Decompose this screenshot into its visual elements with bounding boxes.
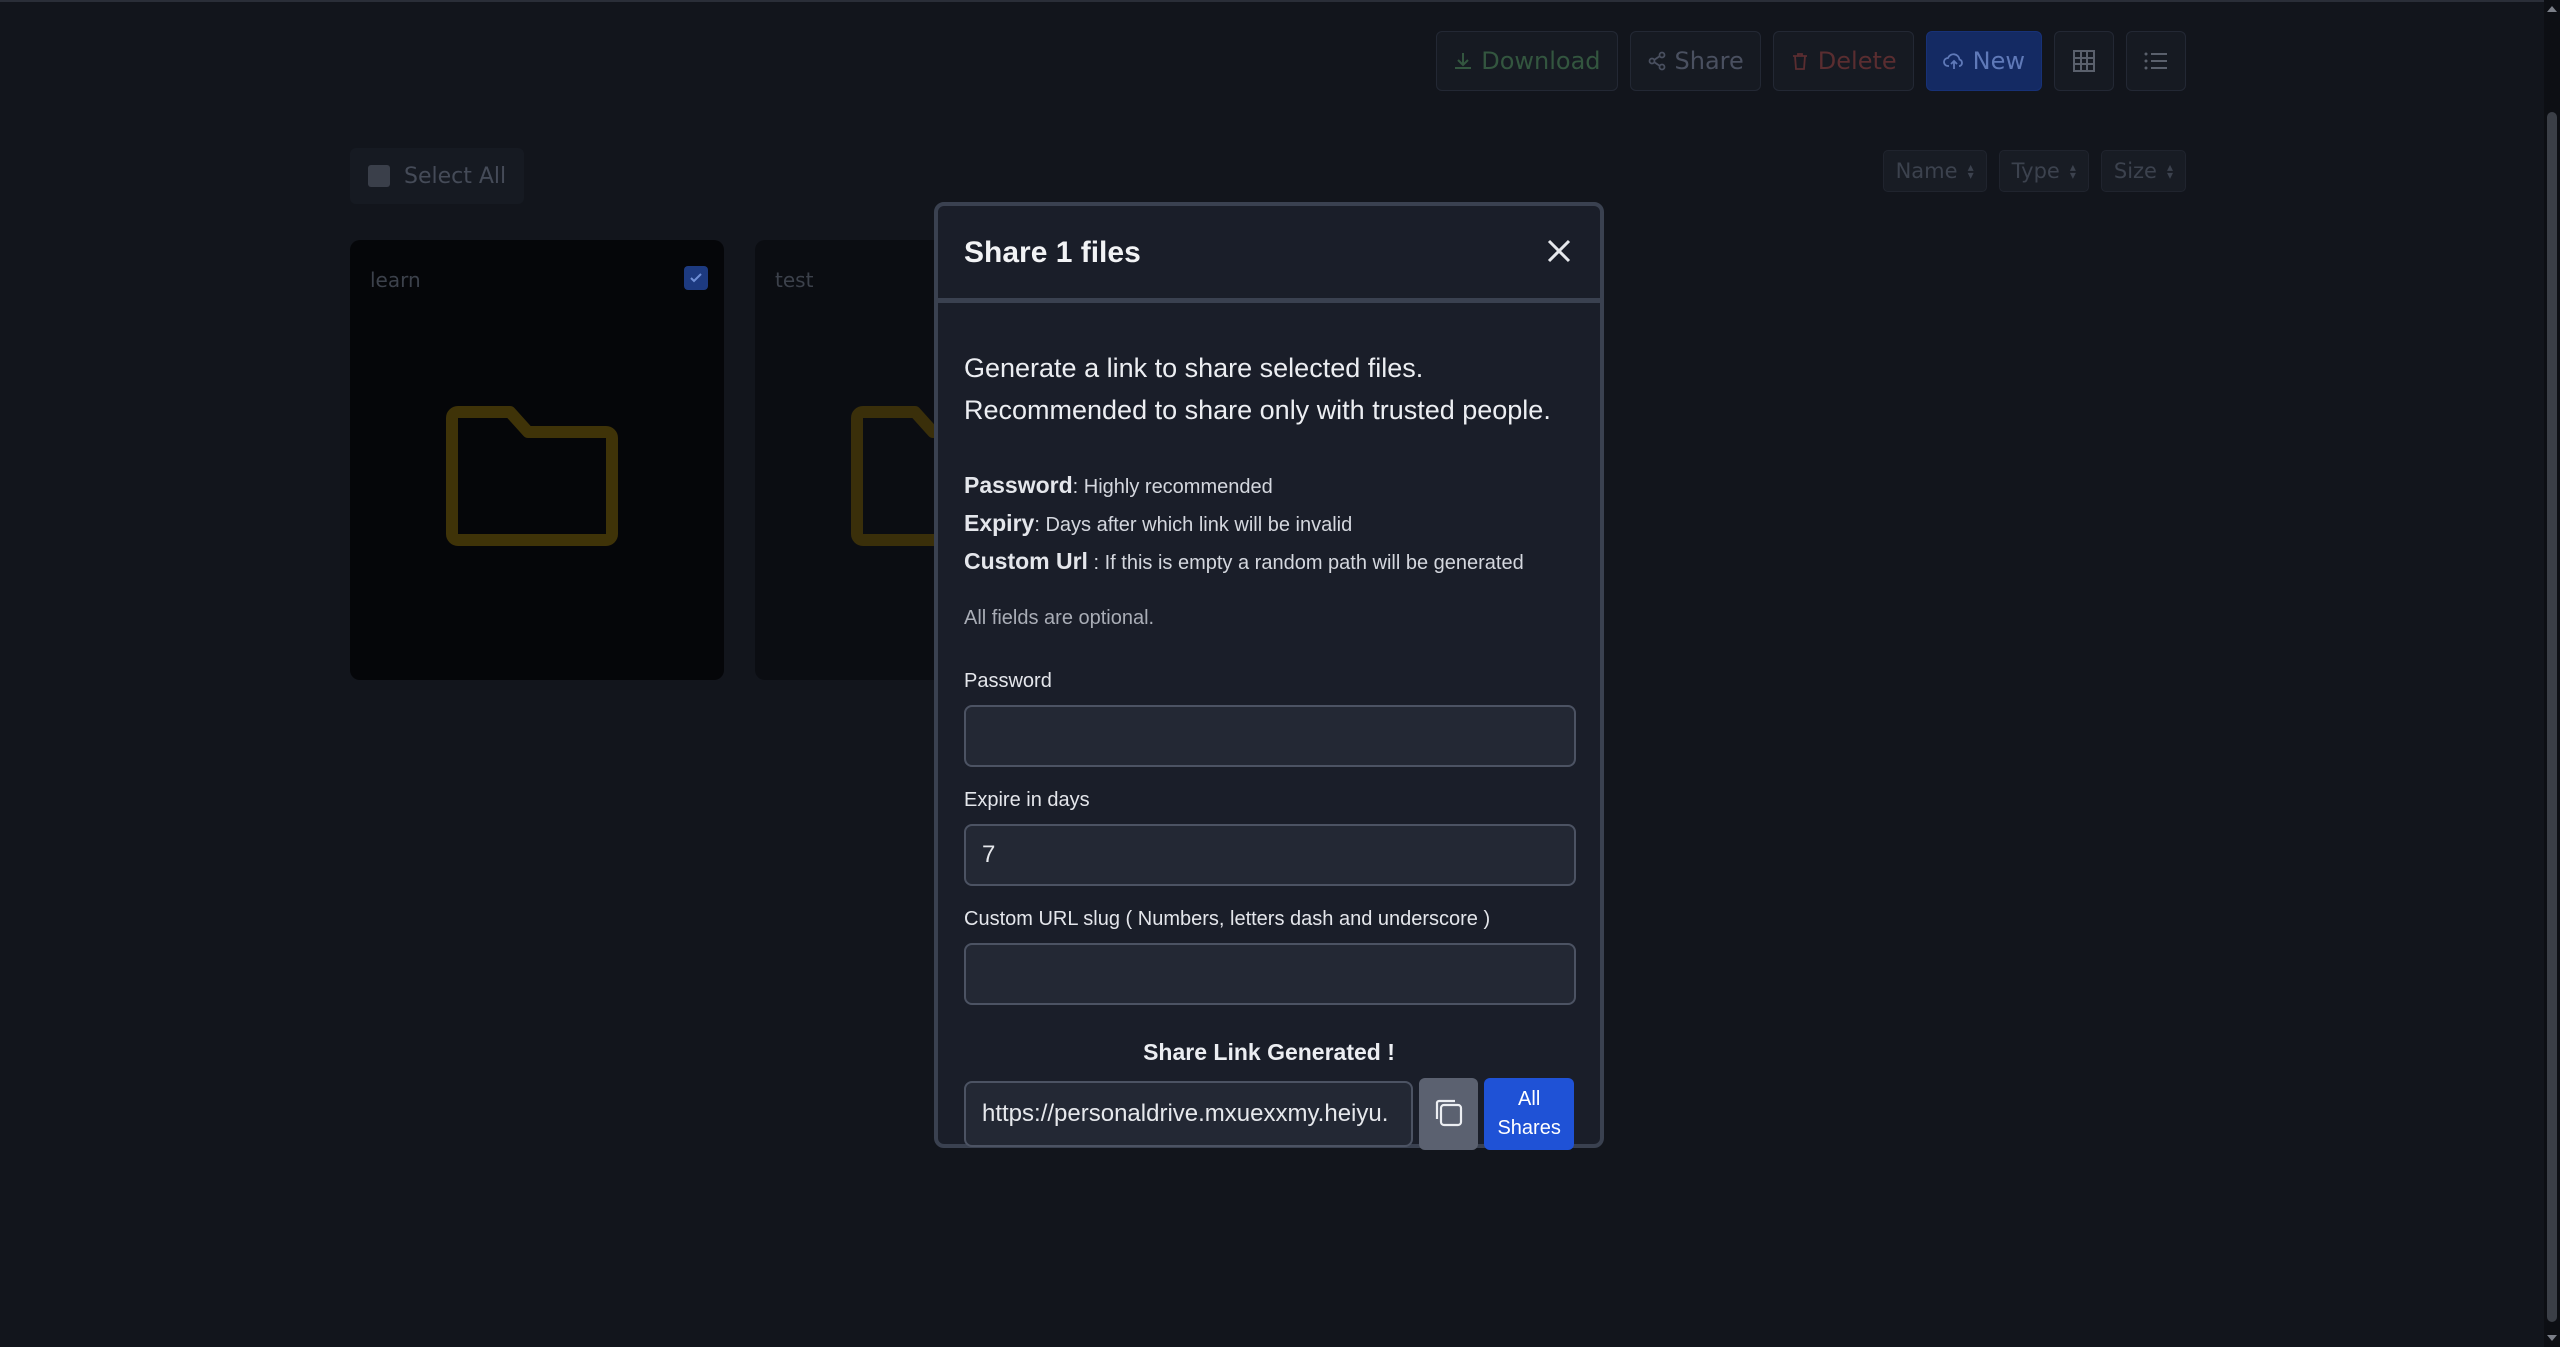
optional-note: All fields are optional. [964, 607, 1155, 629]
file-card[interactable]: learn [350, 240, 724, 680]
share-modal: Share 1 files Generate a link to share s… [934, 202, 1604, 1150]
share-label: Share [1674, 47, 1744, 75]
sort-type-button[interactable]: Type ▴ ▾ [1998, 150, 2089, 192]
expire-label: Expire in days [964, 789, 1090, 811]
share-button[interactable]: Share [1629, 31, 1761, 91]
modal-body: Generate a link to share selected files.… [938, 347, 1600, 1150]
password-term: Password [964, 472, 1073, 498]
custom-slug-label: Custom URL slug ( Numbers, letters dash … [964, 908, 1491, 930]
expiry-desc: : Days after which link will be invalid [1034, 514, 1353, 536]
share-icon [1647, 51, 1667, 71]
help-text: Password: Highly recommended Expiry: Day… [964, 467, 1574, 581]
expiry-term: Expiry [964, 510, 1035, 536]
close-icon[interactable] [1544, 236, 1574, 266]
sort-name-button[interactable]: Name ▴ ▾ [1882, 150, 1987, 192]
grid-icon [2072, 49, 2096, 73]
sort-name-label: Name [1895, 159, 1958, 183]
sort-size-label: Size [2113, 159, 2157, 183]
password-desc: : Highly recommended [1072, 476, 1273, 498]
scroll-up-arrow-icon[interactable] [2547, 6, 2557, 12]
scrollbar-thumb[interactable] [2547, 112, 2557, 1322]
folder-icon [446, 400, 622, 554]
scroll-down-arrow-icon[interactable] [2547, 1335, 2557, 1341]
share-link-field[interactable]: https://personaldrive.mxuexxmy.heiyu. [964, 1081, 1413, 1147]
copy-icon [1431, 1095, 1465, 1133]
sort-type-label: Type [2011, 159, 2060, 183]
password-field[interactable] [964, 705, 1576, 767]
expire-days-field[interactable]: 7 [964, 824, 1576, 886]
page: Download Share Delete New Select All Nam… [0, 0, 2560, 1347]
custom-url-desc: : If this is empty a random path will be… [1087, 552, 1524, 574]
cloud-upload-icon [1942, 51, 1965, 71]
intro-line-1: Generate a link to share selected files. [964, 353, 1424, 383]
custom-slug-field[interactable] [964, 943, 1576, 1005]
sort-arrows-icon: ▴ ▾ [2069, 160, 2076, 182]
file-name: test [775, 268, 814, 292]
intro-text: Generate a link to share selected files.… [964, 347, 1574, 431]
delete-button[interactable]: Delete [1772, 31, 1914, 91]
top-border [0, 0, 2544, 2]
select-all-label: Select All [404, 163, 507, 189]
copy-button[interactable] [1418, 1078, 1479, 1150]
download-button[interactable]: Download [1436, 31, 1618, 91]
intro-line-2: Recommended to share only with trusted p… [964, 395, 1551, 425]
select-all-checkbox[interactable] [368, 165, 390, 187]
grid-view-button[interactable] [2054, 31, 2114, 91]
all-shares-label-2: Shares [1497, 1117, 1561, 1139]
trash-icon [1790, 51, 1810, 71]
share-generated-heading: Share Link Generated ! [1143, 1039, 1395, 1065]
share-link-row: https://personaldrive.mxuexxmy.heiyu. Al… [964, 1078, 1574, 1150]
download-icon [1453, 51, 1473, 71]
select-all-toggle[interactable]: Select All [350, 148, 525, 204]
all-shares-label-1: All [1518, 1088, 1541, 1110]
new-label: New [1972, 47, 2025, 75]
new-button[interactable]: New [1925, 31, 2042, 91]
scrollbar[interactable] [2544, 0, 2560, 1347]
modal-header: Share 1 files [938, 206, 1600, 303]
sort-size-button[interactable]: Size ▴ ▾ [2100, 150, 2186, 192]
delete-label: Delete [1817, 47, 1897, 75]
sort-controls: Name ▴ ▾ Type ▴ ▾ Size ▴ ▾ [1882, 150, 2186, 192]
file-select-checkbox[interactable] [684, 266, 708, 290]
file-name: learn [370, 268, 421, 292]
all-shares-button[interactable]: All Shares [1484, 1078, 1574, 1150]
download-label: Download [1481, 47, 1601, 75]
sort-arrows-icon: ▴ ▾ [2166, 160, 2173, 182]
sort-arrows-icon: ▴ ▾ [1967, 160, 1974, 182]
modal-title: Share 1 files [964, 236, 1141, 269]
list-view-button[interactable] [2126, 31, 2186, 91]
toolbar: Download Share Delete New [1436, 31, 2186, 91]
custom-url-term: Custom Url [964, 548, 1088, 574]
list-icon [2144, 51, 2168, 71]
password-label: Password [964, 670, 1052, 692]
